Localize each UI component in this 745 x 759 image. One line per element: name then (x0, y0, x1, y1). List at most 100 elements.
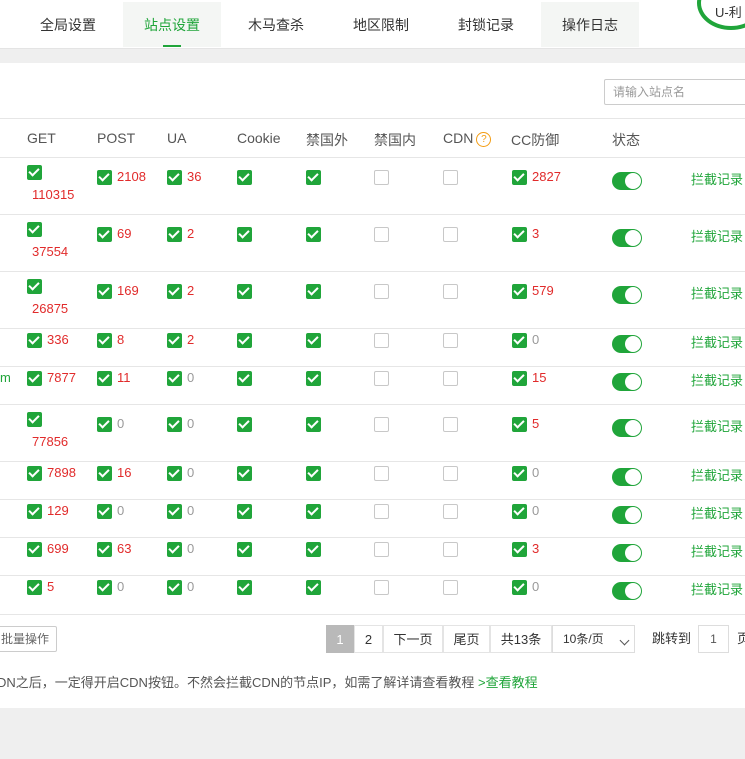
post-checkbox[interactable] (97, 542, 112, 557)
get-checkbox[interactable] (27, 580, 42, 595)
batch-operation-button[interactable]: 批量操作 (0, 626, 57, 652)
block-foreign-checkbox[interactable] (306, 504, 321, 519)
block-foreign-checkbox[interactable] (306, 227, 321, 242)
block-domestic-checkbox[interactable] (374, 371, 389, 386)
ua-checkbox[interactable] (167, 333, 182, 348)
cc-checkbox[interactable] (512, 542, 527, 557)
cdn-checkbox[interactable] (443, 227, 458, 242)
tab-operation-log[interactable]: 操作日志 (541, 2, 639, 47)
status-toggle[interactable] (612, 286, 642, 304)
last-page-button[interactable]: 尾页 (443, 625, 490, 653)
cdn-checkbox[interactable] (443, 542, 458, 557)
site-name-link[interactable]: m (0, 370, 11, 385)
cookie-checkbox[interactable] (237, 333, 252, 348)
cc-checkbox[interactable] (512, 227, 527, 242)
cdn-checkbox[interactable] (443, 284, 458, 299)
cc-checkbox[interactable] (512, 371, 527, 386)
status-toggle[interactable] (612, 419, 642, 437)
cookie-checkbox[interactable] (237, 417, 252, 432)
block-records-link[interactable]: 拦截记录 (691, 283, 743, 302)
ua-checkbox[interactable] (167, 466, 182, 481)
post-checkbox[interactable] (97, 504, 112, 519)
block-foreign-checkbox[interactable] (306, 333, 321, 348)
tab-region-limit[interactable]: 地区限制 (329, 2, 433, 47)
post-checkbox[interactable] (97, 284, 112, 299)
ua-checkbox[interactable] (167, 170, 182, 185)
block-domestic-checkbox[interactable] (374, 466, 389, 481)
next-page-button[interactable]: 下一页 (383, 625, 443, 653)
block-records-link[interactable]: 拦截记录 (691, 416, 743, 435)
cc-checkbox[interactable] (512, 170, 527, 185)
ua-checkbox[interactable] (167, 542, 182, 557)
block-domestic-checkbox[interactable] (374, 417, 389, 432)
post-checkbox[interactable] (97, 417, 112, 432)
block-foreign-checkbox[interactable] (306, 371, 321, 386)
status-toggle[interactable] (612, 582, 642, 600)
block-foreign-checkbox[interactable] (306, 542, 321, 557)
cc-checkbox[interactable] (512, 466, 527, 481)
get-checkbox[interactable] (27, 371, 42, 386)
cc-checkbox[interactable] (512, 504, 527, 519)
ua-checkbox[interactable] (167, 504, 182, 519)
get-checkbox[interactable] (27, 504, 42, 519)
cookie-checkbox[interactable] (237, 227, 252, 242)
block-domestic-checkbox[interactable] (374, 580, 389, 595)
cookie-checkbox[interactable] (237, 580, 252, 595)
ua-checkbox[interactable] (167, 580, 182, 595)
block-foreign-checkbox[interactable] (306, 284, 321, 299)
cookie-checkbox[interactable] (237, 504, 252, 519)
post-checkbox[interactable] (97, 466, 112, 481)
block-foreign-checkbox[interactable] (306, 417, 321, 432)
status-toggle[interactable] (612, 373, 642, 391)
block-foreign-checkbox[interactable] (306, 580, 321, 595)
post-checkbox[interactable] (97, 580, 112, 595)
block-foreign-checkbox[interactable] (306, 466, 321, 481)
get-checkbox[interactable] (27, 222, 42, 237)
block-domestic-checkbox[interactable] (374, 542, 389, 557)
per-page-select[interactable]: 10条/页 (552, 625, 635, 653)
get-checkbox[interactable] (27, 279, 42, 294)
block-records-link[interactable]: 拦截记录 (691, 332, 743, 351)
cc-checkbox[interactable] (512, 284, 527, 299)
block-records-link[interactable]: 拦截记录 (691, 169, 743, 188)
cc-checkbox[interactable] (512, 333, 527, 348)
tab-block-records[interactable]: 封锁记录 (433, 2, 539, 47)
status-toggle[interactable] (612, 468, 642, 486)
help-icon[interactable]: ? (476, 132, 492, 147)
tab-trojan-scan[interactable]: 木马查杀 (223, 2, 329, 47)
cdn-checkbox[interactable] (443, 580, 458, 595)
view-tutorial-link[interactable]: >查看教程 (478, 675, 538, 690)
cdn-checkbox[interactable] (443, 417, 458, 432)
cookie-checkbox[interactable] (237, 170, 252, 185)
block-domestic-checkbox[interactable] (374, 227, 389, 242)
ua-checkbox[interactable] (167, 227, 182, 242)
cc-checkbox[interactable] (512, 580, 527, 595)
block-records-link[interactable]: 拦截记录 (691, 541, 743, 560)
cookie-checkbox[interactable] (237, 542, 252, 557)
page-2-button[interactable]: 2 (354, 625, 383, 653)
ua-checkbox[interactable] (167, 371, 182, 386)
cookie-checkbox[interactable] (237, 466, 252, 481)
block-records-link[interactable]: 拦截记录 (691, 503, 743, 522)
page-1-button[interactable]: 1 (326, 625, 354, 653)
block-records-link[interactable]: 拦截记录 (691, 226, 743, 245)
get-checkbox[interactable] (27, 165, 42, 180)
tab-site-settings[interactable]: 站点设置 (123, 2, 221, 47)
post-checkbox[interactable] (97, 227, 112, 242)
block-domestic-checkbox[interactable] (374, 170, 389, 185)
block-domestic-checkbox[interactable] (374, 333, 389, 348)
post-checkbox[interactable] (97, 170, 112, 185)
get-checkbox[interactable] (27, 412, 42, 427)
cdn-checkbox[interactable] (443, 466, 458, 481)
tab-global-settings[interactable]: 全局设置 (15, 2, 121, 47)
status-toggle[interactable] (612, 172, 642, 190)
status-toggle[interactable] (612, 335, 642, 353)
jump-page-input[interactable]: 1 (698, 625, 729, 653)
block-records-link[interactable]: 拦截记录 (691, 579, 743, 598)
status-toggle[interactable] (612, 229, 642, 247)
block-records-link[interactable]: 拦截记录 (691, 465, 743, 484)
site-search-input[interactable] (604, 79, 745, 105)
cdn-checkbox[interactable] (443, 333, 458, 348)
ua-checkbox[interactable] (167, 417, 182, 432)
get-checkbox[interactable] (27, 333, 42, 348)
